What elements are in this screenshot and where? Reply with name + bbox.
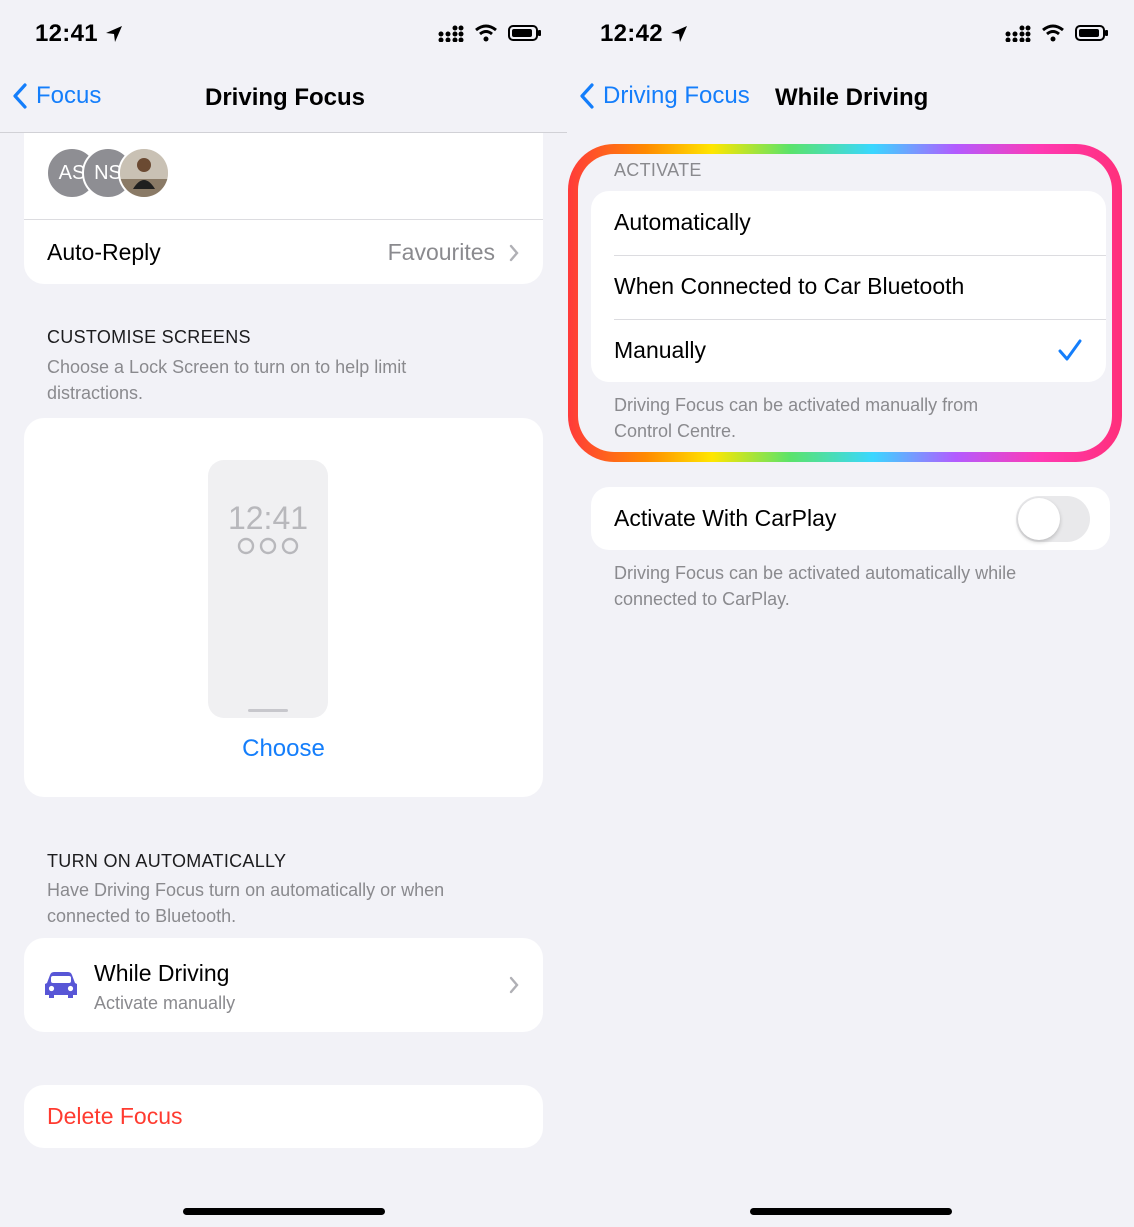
location-arrow-icon <box>670 26 687 42</box>
activate-footer: Driving Focus can be activated manually … <box>614 395 979 441</box>
navigation-bar: Driving Focus While Driving <box>567 62 1134 132</box>
auto-reply-row[interactable]: Favourites <box>388 239 519 266</box>
activate-header: ACTIVATE <box>614 160 702 180</box>
person-photo-icon <box>120 149 168 197</box>
activate-options-card: Automatically When Connected to Car Blue… <box>591 191 1106 382</box>
back-label: Driving Focus <box>603 82 750 109</box>
preview-home-indicator <box>248 709 288 712</box>
auto-reply-label: Auto-Reply <box>47 239 161 265</box>
left-screen: 12:41 Focus Driving Focus AS NS Auto-Rep… <box>0 0 567 1227</box>
checkmark-icon <box>1058 339 1082 361</box>
location-arrow-icon <box>105 26 122 42</box>
preview-time: 12:41 <box>227 500 309 536</box>
chevron-right-icon <box>509 244 519 261</box>
battery-icon <box>508 25 541 41</box>
wifi-icon <box>475 24 497 42</box>
chevron-left-icon <box>580 83 594 109</box>
option-automatically[interactable]: Automatically <box>591 191 1106 255</box>
battery-icon <box>1075 25 1108 41</box>
home-indicator[interactable] <box>750 1208 952 1215</box>
toggle-knob <box>1018 498 1060 540</box>
navigation-bar: Focus Driving Focus <box>0 62 567 132</box>
back-button[interactable]: Focus <box>12 82 101 110</box>
auto-reply-value: Favourites <box>387 239 495 265</box>
carplay-label: Activate With CarPlay <box>614 505 837 531</box>
status-bar-time: 12:42 <box>600 20 689 48</box>
customise-screens-description: Choose a Lock Screen to turn on to help … <box>47 357 407 403</box>
while-driving-title: While Driving <box>94 960 230 986</box>
while-driving-row[interactable]: While Driving Activate manually <box>24 938 543 1032</box>
option-car-bluetooth[interactable]: When Connected to Car Bluetooth <box>591 256 1106 319</box>
cellular-signal-icon <box>438 25 464 42</box>
people-card: AS NS Auto-Reply Favourites <box>24 133 543 284</box>
cellular-signal-icon <box>1005 25 1031 42</box>
status-bar-time: 12:41 <box>35 20 124 48</box>
choose-button[interactable]: Choose <box>24 735 543 763</box>
car-icon <box>45 972 77 998</box>
page-title: While Driving <box>775 84 929 111</box>
customise-screens-header: CUSTOMISE SCREENS <box>47 327 251 347</box>
back-label: Focus <box>36 82 102 109</box>
page-title: Driving Focus <box>205 84 366 111</box>
widget-placeholder-icon <box>237 537 299 555</box>
divider <box>24 219 543 220</box>
home-indicator[interactable] <box>183 1208 385 1215</box>
delete-focus-label: Delete Focus <box>47 1103 183 1129</box>
chevron-right-icon <box>509 976 519 994</box>
chevron-left-icon <box>13 83 27 109</box>
carplay-row: Activate With CarPlay <box>591 487 1110 550</box>
delete-focus-button[interactable]: Delete Focus <box>24 1085 543 1148</box>
turn-on-automatically-header: TURN ON AUTOMATICALLY <box>47 851 287 871</box>
lock-screen-preview[interactable]: 12:41 <box>208 460 328 718</box>
while-driving-subtitle: Activate manually <box>94 993 236 1013</box>
turn-on-automatically-description: Have Driving Focus turn on automatically… <box>47 880 445 926</box>
avatar-photo[interactable] <box>118 147 170 199</box>
carplay-footer: Driving Focus can be activated automatic… <box>614 563 1017 609</box>
option-manually[interactable]: Manually <box>591 320 1106 382</box>
back-button[interactable]: Driving Focus <box>579 82 750 110</box>
carplay-toggle[interactable] <box>1016 496 1090 542</box>
status-bar-icons <box>1005 24 1109 42</box>
wifi-icon <box>1042 24 1064 42</box>
status-bar-icons <box>438 24 542 42</box>
